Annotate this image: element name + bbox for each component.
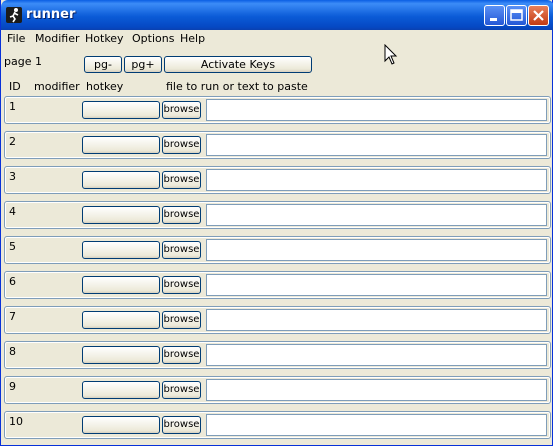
hotkey-row: 6 browse [4,271,551,299]
row-id: 6 [9,275,16,288]
title-bar[interactable]: runner [1,0,553,30]
minimize-button[interactable] [484,5,505,26]
row-id: 8 [9,345,16,358]
row-id: 2 [9,135,16,148]
hotkey-button[interactable] [82,241,160,259]
browse-button[interactable]: browse [162,171,201,189]
row-id: 10 [9,415,23,428]
close-icon [529,6,548,25]
file-path-input[interactable] [206,169,547,191]
hotkey-button[interactable] [82,311,160,329]
file-path-input[interactable] [206,99,547,121]
hotkey-row: 3 browse [4,166,551,194]
header-hotkey: hotkey [86,80,124,93]
header-modifier: modifier [34,80,80,93]
maximize-button[interactable] [506,5,527,26]
hotkey-row: 9 browse [4,376,551,404]
row-id: 9 [9,380,16,393]
hotkey-row: 10 browse [4,411,551,439]
mouse-pointer-icon [384,43,398,69]
menu-help[interactable]: Help [180,32,205,45]
hotkey-row: 7 browse [4,306,551,334]
file-path-input[interactable] [206,379,547,401]
runner-app-icon[interactable] [6,7,22,23]
file-path-input[interactable] [206,344,547,366]
hotkey-button[interactable] [82,171,160,189]
browse-button[interactable]: browse [162,276,201,294]
header-file: file to run or text to paste [166,80,308,93]
browse-button[interactable]: browse [162,241,201,259]
browse-button[interactable]: browse [162,381,201,399]
menu-file[interactable]: File [7,32,25,45]
close-button[interactable] [528,5,549,26]
row-id: 5 [9,240,16,253]
file-path-input[interactable] [206,274,547,296]
browse-button[interactable]: browse [162,311,201,329]
file-path-input[interactable] [206,134,547,156]
hotkey-button[interactable] [82,381,160,399]
minimize-icon [485,6,504,25]
menu-options[interactable]: Options [132,32,174,45]
menu-bar: File Modifier Hotkey Options Help [2,30,552,48]
hotkey-button[interactable] [82,136,160,154]
file-path-input[interactable] [206,239,547,261]
maximize-icon [507,6,526,25]
hotkey-button[interactable] [82,101,160,119]
page-label: page 1 [4,55,42,68]
runner-window: runner File Modifier Hotkey Options Help… [0,0,553,446]
row-id: 1 [9,100,16,113]
page-next-button[interactable]: pg+ [124,56,162,73]
browse-button[interactable]: browse [162,416,201,434]
window-title: runner [26,7,76,22]
row-id: 3 [9,170,16,183]
file-path-input[interactable] [206,309,547,331]
hotkey-button[interactable] [82,276,160,294]
hotkey-row: 8 browse [4,341,551,369]
hotkey-button[interactable] [82,416,160,434]
browse-button[interactable]: browse [162,136,201,154]
page-prev-button[interactable]: pg- [84,56,122,73]
menu-hotkey[interactable]: Hotkey [85,32,124,45]
file-path-input[interactable] [206,414,547,436]
hotkey-row: 2 browse [4,131,551,159]
file-path-input[interactable] [206,204,547,226]
browse-button[interactable]: browse [162,101,201,119]
hotkey-button[interactable] [82,346,160,364]
hotkey-row: 1 browse [4,96,551,124]
menu-modifier[interactable]: Modifier [35,32,79,45]
hotkey-row: 4 browse [4,201,551,229]
hotkey-row: 5 browse [4,236,551,264]
row-id: 7 [9,310,16,323]
browse-button[interactable]: browse [162,206,201,224]
row-id: 4 [9,205,16,218]
activate-keys-button[interactable]: Activate Keys [164,56,312,73]
hotkey-button[interactable] [82,206,160,224]
browse-button[interactable]: browse [162,346,201,364]
header-id: ID [9,80,21,93]
